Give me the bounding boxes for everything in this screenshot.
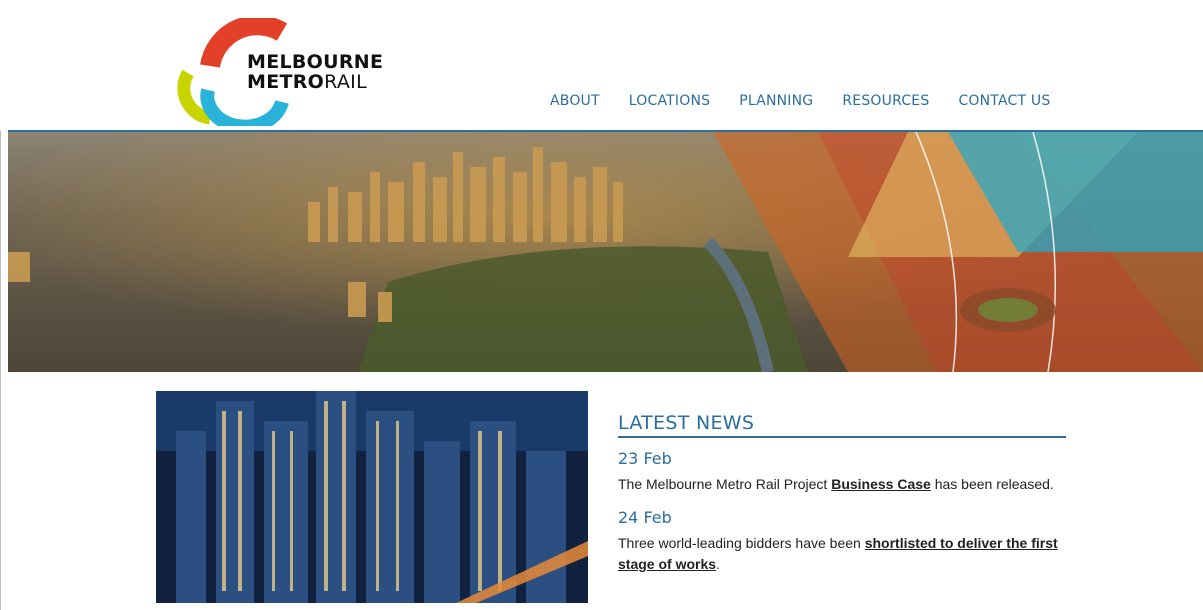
latest-news-heading: LATEST NEWS: [618, 412, 1066, 438]
nav-contact-us[interactable]: CONTACT US: [958, 93, 1050, 109]
nav-resources[interactable]: RESOURCES: [842, 93, 929, 109]
news-text: Three world-leading bidders have been sh…: [618, 533, 1066, 575]
hero-illustration: [8, 132, 1203, 372]
news-item: 23 Feb The Melbourne Metro Rail Project …: [618, 449, 1066, 495]
news-text-after: has been released.: [930, 476, 1054, 492]
news-text: The Melbourne Metro Rail Project Busines…: [618, 474, 1066, 495]
logo-line-2: METRORAIL: [247, 71, 367, 93]
nav-planning[interactable]: PLANNING: [739, 93, 813, 109]
city-night-illustration: [156, 391, 588, 603]
latest-news-section: LATEST NEWS 23 Feb The Melbourne Metro R…: [618, 412, 1066, 575]
melbourne-metro-rail-logo[interactable]: MELBOURNE METRORAIL: [170, 18, 384, 126]
news-item: 24 Feb Three world-leading bidders have …: [618, 508, 1066, 575]
news-date: 23 Feb: [618, 449, 672, 468]
nav-about[interactable]: ABOUT: [550, 93, 600, 109]
site-header: MELBOURNE METRORAIL ABOUT LOCATIONS PLAN…: [0, 0, 1203, 131]
news-text-before: The Melbourne Metro Rail Project: [618, 476, 832, 492]
hero-aerial-city-image: [8, 132, 1203, 372]
logo-wordmark: MELBOURNE METRORAIL: [247, 51, 384, 93]
logo-line-1: MELBOURNE: [247, 51, 384, 73]
news-date: 24 Feb: [618, 508, 672, 527]
logo-metro: METRO: [247, 70, 325, 93]
main-nav: ABOUT LOCATIONS PLANNING RESOURCES CONTA…: [550, 93, 1079, 109]
business-case-link[interactable]: Business Case: [831, 476, 931, 492]
logo-rail: RAIL: [324, 70, 367, 93]
nav-locations[interactable]: LOCATIONS: [629, 93, 710, 109]
news-text-after: .: [716, 556, 720, 572]
city-night-photo: [156, 391, 588, 603]
news-text-before: Three world-leading bidders have been: [618, 535, 865, 551]
